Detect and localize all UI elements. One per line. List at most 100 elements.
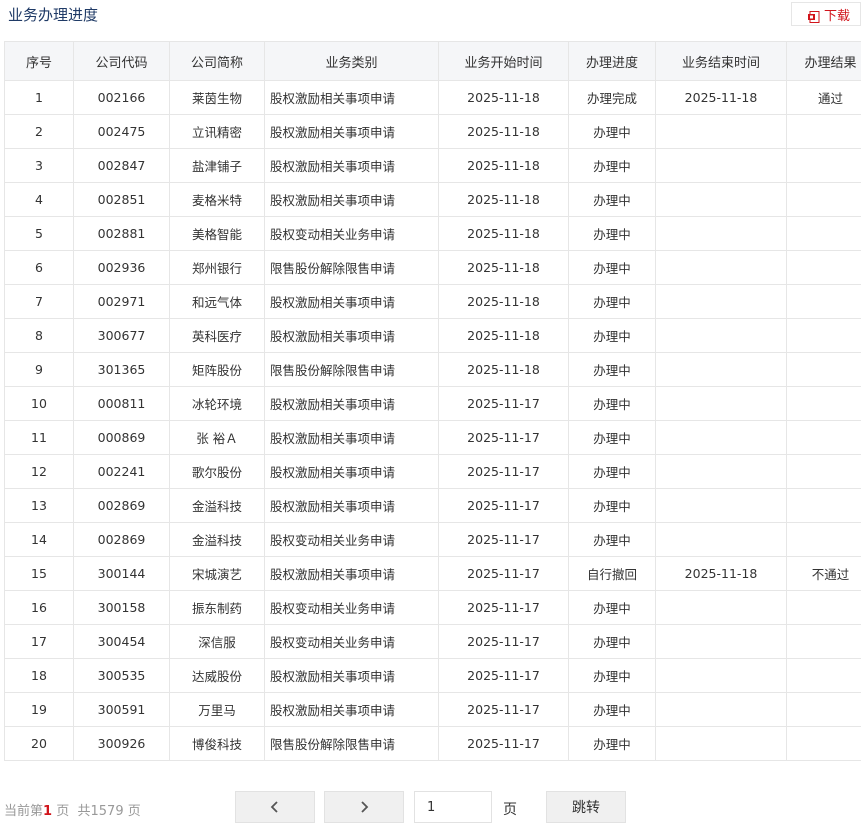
cell-end-time <box>655 216 787 251</box>
cell-name: 歌尔股份 <box>169 454 265 489</box>
cell-code: 300158 <box>73 590 170 625</box>
cell-progress: 办理中 <box>568 590 656 625</box>
current-page-number: 1 <box>43 804 53 819</box>
table-row: 8 300677 英科医疗 股权激励相关事项申请 2025-11-18 办理中 <box>4 318 861 353</box>
cell-start-time: 2025-11-17 <box>438 454 569 489</box>
cell-category: 股权激励相关事项申请 <box>264 420 439 455</box>
cell-start-time: 2025-11-18 <box>438 318 569 353</box>
cell-start-time: 2025-11-17 <box>438 658 569 693</box>
cell-end-time <box>655 522 787 557</box>
cell-name: 麦格米特 <box>169 182 265 217</box>
cell-start-time: 2025-11-18 <box>438 80 569 115</box>
cell-name: 振东制药 <box>169 590 265 625</box>
cell-progress: 办理中 <box>568 726 656 761</box>
cell-start-time: 2025-11-17 <box>438 420 569 455</box>
cell-end-time <box>655 114 787 149</box>
cell-name: 达威股份 <box>169 658 265 693</box>
cell-progress: 办理中 <box>568 182 656 217</box>
cell-seq: 11 <box>4 420 74 455</box>
cell-category: 股权激励相关事项申请 <box>264 114 439 149</box>
table-row: 4 002851 麦格米特 股权激励相关事项申请 2025-11-18 办理中 <box>4 182 861 217</box>
cell-end-time: 2025-11-18 <box>655 80 787 115</box>
cell-code: 002851 <box>73 182 170 217</box>
cell-code: 301365 <box>73 352 170 387</box>
cell-seq: 5 <box>4 216 74 251</box>
cell-end-time <box>655 386 787 421</box>
page-info-suffix: 页 <box>56 804 70 819</box>
download-button[interactable]: 下载 <box>791 2 861 26</box>
table-row: 1 002166 莱茵生物 股权激励相关事项申请 2025-11-18 办理完成 2025-… <box>4 80 861 115</box>
table-row: 9 301365 矩阵股份 限售股份解除限售申请 2025-11-18 办理中 <box>4 352 861 387</box>
cell-name: 张 裕Ａ <box>169 420 265 455</box>
cell-result: 通过 <box>786 80 861 115</box>
cell-code: 002881 <box>73 216 170 251</box>
cell-start-time: 2025-11-18 <box>438 250 569 285</box>
col-header-progress: 办理进度 <box>568 41 656 81</box>
cell-progress: 自行撤回 <box>568 556 656 591</box>
cell-end-time: 2025-11-18 <box>655 556 787 591</box>
cell-name: 英科医疗 <box>169 318 265 353</box>
cell-progress: 办理中 <box>568 420 656 455</box>
pdf-download-icon <box>808 8 820 23</box>
cell-start-time: 2025-11-17 <box>438 522 569 557</box>
prev-page-button[interactable] <box>235 791 315 823</box>
cell-category: 股权激励相关事项申请 <box>264 692 439 727</box>
cell-result <box>786 420 861 455</box>
cell-end-time <box>655 284 787 319</box>
cell-result <box>786 386 861 421</box>
table-row: 3 002847 盐津铺子 股权激励相关事项申请 2025-11-18 办理中 <box>4 148 861 183</box>
cell-progress: 办理中 <box>568 624 656 659</box>
cell-end-time <box>655 692 787 727</box>
cell-code: 002971 <box>73 284 170 319</box>
cell-seq: 8 <box>4 318 74 353</box>
col-header-start-time: 业务开始时间 <box>438 41 569 81</box>
table-row: 13 002869 金溢科技 股权激励相关事项申请 2025-11-17 办理中 <box>4 488 861 523</box>
cell-name: 冰轮环境 <box>169 386 265 421</box>
cell-result <box>786 726 861 761</box>
cell-progress: 办理中 <box>568 692 656 727</box>
table-body: 1 002166 莱茵生物 股权激励相关事项申请 2025-11-18 办理完成 2025-… <box>4 80 861 761</box>
cell-progress: 办理中 <box>568 148 656 183</box>
cell-seq: 16 <box>4 590 74 625</box>
cell-seq: 3 <box>4 148 74 183</box>
cell-code: 002936 <box>73 250 170 285</box>
cell-end-time <box>655 182 787 217</box>
table-row: 5 002881 美格智能 股权变动相关业务申请 2025-11-18 办理中 <box>4 216 861 251</box>
cell-result: 不通过 <box>786 556 861 591</box>
cell-start-time: 2025-11-17 <box>438 556 569 591</box>
cell-seq: 9 <box>4 352 74 387</box>
cell-start-time: 2025-11-17 <box>438 726 569 761</box>
page: 业务办理进度 下载 序号 公司代码 公司简称 业务类别 业务开始时间 办理进度 … <box>0 0 861 823</box>
cell-code: 002869 <box>73 522 170 557</box>
cell-code: 002241 <box>73 454 170 489</box>
cell-seq: 15 <box>4 556 74 591</box>
cell-code: 300591 <box>73 692 170 727</box>
table-row: 11 000869 张 裕Ａ 股权激励相关事项申请 2025-11-17 办理中 <box>4 420 861 455</box>
table-row: 12 002241 歌尔股份 股权激励相关事项申请 2025-11-17 办理中 <box>4 454 861 489</box>
next-page-button[interactable] <box>324 791 404 823</box>
cell-progress: 办理完成 <box>568 80 656 115</box>
cell-start-time: 2025-11-18 <box>438 114 569 149</box>
cell-code: 300535 <box>73 658 170 693</box>
cell-name: 金溢科技 <box>169 488 265 523</box>
table-row: 10 000811 冰轮环境 股权激励相关事项申请 2025-11-17 办理中 <box>4 386 861 421</box>
cell-code: 300454 <box>73 624 170 659</box>
cell-end-time <box>655 420 787 455</box>
page-number-input[interactable] <box>414 791 492 823</box>
total-suffix: 页 <box>127 804 141 819</box>
cell-category: 股权激励相关事项申请 <box>264 556 439 591</box>
table-row: 16 300158 振东制药 股权变动相关业务申请 2025-11-17 办理中 <box>4 590 861 625</box>
cell-category: 股权激励相关事项申请 <box>264 148 439 183</box>
cell-seq: 19 <box>4 692 74 727</box>
cell-start-time: 2025-11-17 <box>438 692 569 727</box>
jump-button[interactable]: 跳转 <box>546 791 626 823</box>
cell-end-time <box>655 352 787 387</box>
col-header-name: 公司简称 <box>169 41 265 81</box>
progress-table-container: 序号 公司代码 公司简称 业务类别 业务开始时间 办理进度 业务结束时间 办理结… <box>4 41 861 761</box>
cell-category: 限售股份解除限售申请 <box>264 250 439 285</box>
cell-category: 股权变动相关业务申请 <box>264 522 439 557</box>
cell-start-time: 2025-11-18 <box>438 182 569 217</box>
cell-end-time <box>655 488 787 523</box>
cell-result <box>786 148 861 183</box>
cell-name: 万里马 <box>169 692 265 727</box>
